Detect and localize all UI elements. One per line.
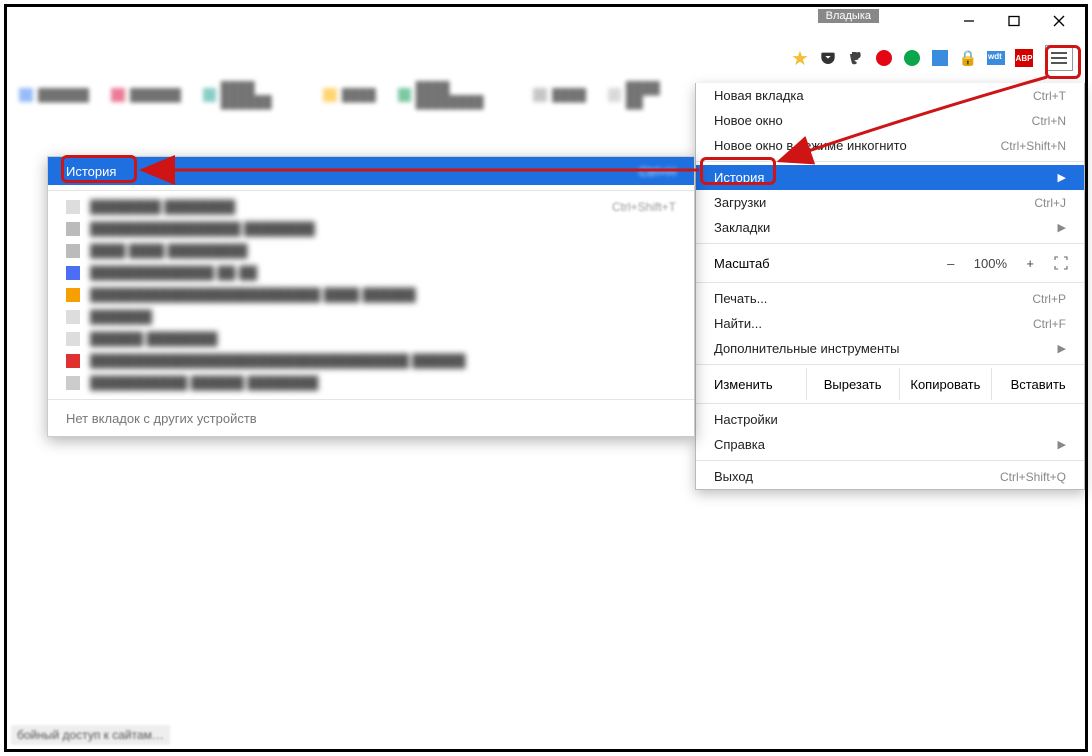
zoom-in-button[interactable]: + xyxy=(1026,256,1034,271)
evernote-icon[interactable] xyxy=(847,49,865,67)
submenu-arrow-icon: ▶ xyxy=(1058,171,1066,184)
menu-separator xyxy=(696,460,1084,461)
menu-separator xyxy=(696,161,1084,162)
menu-separator xyxy=(696,364,1084,365)
menu-separator xyxy=(48,190,694,191)
history-item[interactable]: ██████████████████████████ ████ ██████ xyxy=(48,284,694,306)
menu-separator xyxy=(696,282,1084,283)
extension-blue-icon[interactable] xyxy=(931,49,949,67)
edit-label: Изменить xyxy=(696,368,807,400)
zoom-value: 100% xyxy=(968,256,1012,271)
menu-item-new-window[interactable]: Новое окно Ctrl+N xyxy=(696,108,1084,133)
status-tooltip: бойный доступ к сайтам… xyxy=(11,725,170,745)
menu-separator xyxy=(696,403,1084,404)
history-item[interactable]: ██████████████ ██-██ xyxy=(48,262,694,284)
menu-item-incognito[interactable]: Новое окно в режиме инкогнито Ctrl+Shift… xyxy=(696,133,1084,158)
history-no-tabs-label: Нет вкладок с других устройств xyxy=(48,405,694,436)
menu-separator xyxy=(696,243,1084,244)
submenu-arrow-icon: ▶ xyxy=(1058,221,1066,234)
menu-item-shortcut: Ctrl+T xyxy=(1033,89,1066,103)
menu-item-label: Новая вкладка xyxy=(714,88,804,103)
maximize-button[interactable] xyxy=(991,9,1036,33)
submenu-arrow-icon: ▶ xyxy=(1058,438,1066,451)
menu-item-zoom: Масштаб – 100% + xyxy=(696,247,1084,279)
lock-icon[interactable]: 🔒 xyxy=(959,49,977,67)
menu-item-more-tools[interactable]: Дополнительные инструменты ▶ xyxy=(696,336,1084,361)
bookmarks-bar: ██████ ██████ ████ ██████ ████ ████ ████… xyxy=(19,86,675,104)
menu-separator xyxy=(48,399,694,400)
paste-button[interactable]: Вставить xyxy=(992,368,1084,400)
history-item[interactable]: ███████████ ██████ ████████ xyxy=(48,372,694,394)
menu-item-edit: Изменить Вырезать Копировать Вставить xyxy=(696,368,1084,400)
extension-green-icon[interactable] xyxy=(903,49,921,67)
zoom-out-button[interactable]: – xyxy=(947,256,954,271)
menu-item-history[interactable]: История ▶ xyxy=(696,165,1084,190)
fullscreen-button[interactable] xyxy=(1048,252,1074,274)
abp-icon[interactable]: ABP xyxy=(1015,49,1033,67)
menu-item-find[interactable]: Найти... Ctrl+F xyxy=(696,311,1084,336)
menu-item-settings[interactable]: Настройки xyxy=(696,407,1084,432)
history-item[interactable]: ███████ xyxy=(48,306,694,328)
close-button[interactable] xyxy=(1036,9,1081,33)
minimize-button[interactable] xyxy=(946,9,991,33)
menu-item-help[interactable]: Справка ▶ xyxy=(696,432,1084,457)
menu-item-new-tab[interactable]: Новая вкладка Ctrl+T xyxy=(696,83,1084,108)
history-item[interactable]: ██████ ████████ xyxy=(48,328,694,350)
menu-item-bookmarks[interactable]: Закладки ▶ xyxy=(696,215,1084,240)
pocket-icon[interactable] xyxy=(819,49,837,67)
menu-item-print[interactable]: Печать... Ctrl+P xyxy=(696,286,1084,311)
user-tag[interactable]: Владыка xyxy=(818,9,879,23)
toolbar: ★ 🔒 ABP xyxy=(783,41,1081,75)
menu-item-downloads[interactable]: Загрузки Ctrl+J xyxy=(696,190,1084,215)
window-controls xyxy=(946,9,1081,33)
history-item[interactable]: █████████████████ ████████ xyxy=(48,218,694,240)
main-menu: Новая вкладка Ctrl+T Новое окно Ctrl+N Н… xyxy=(695,83,1085,490)
history-item[interactable]: ████ ████ █████████ xyxy=(48,240,694,262)
bookmark-star-icon[interactable]: ★ xyxy=(791,49,809,67)
history-submenu-history[interactable]: История Ctrl+H xyxy=(48,157,694,185)
history-item[interactable]: ████████ ████████ Ctrl+Shift+T xyxy=(48,196,694,218)
history-submenu: История Ctrl+H ████████ ████████ Ctrl+Sh… xyxy=(47,156,695,437)
copy-button[interactable]: Копировать xyxy=(900,368,993,400)
cut-button[interactable]: Вырезать xyxy=(807,368,900,400)
extension-wdt-icon[interactable] xyxy=(987,49,1005,67)
menu-button[interactable] xyxy=(1045,45,1073,71)
adblock-red-icon[interactable] xyxy=(875,49,893,67)
menu-item-exit[interactable]: Выход Ctrl+Shift+Q xyxy=(696,464,1084,489)
submenu-arrow-icon: ▶ xyxy=(1058,342,1066,355)
history-item[interactable]: ████████████████████████████████████ ███… xyxy=(48,350,694,372)
